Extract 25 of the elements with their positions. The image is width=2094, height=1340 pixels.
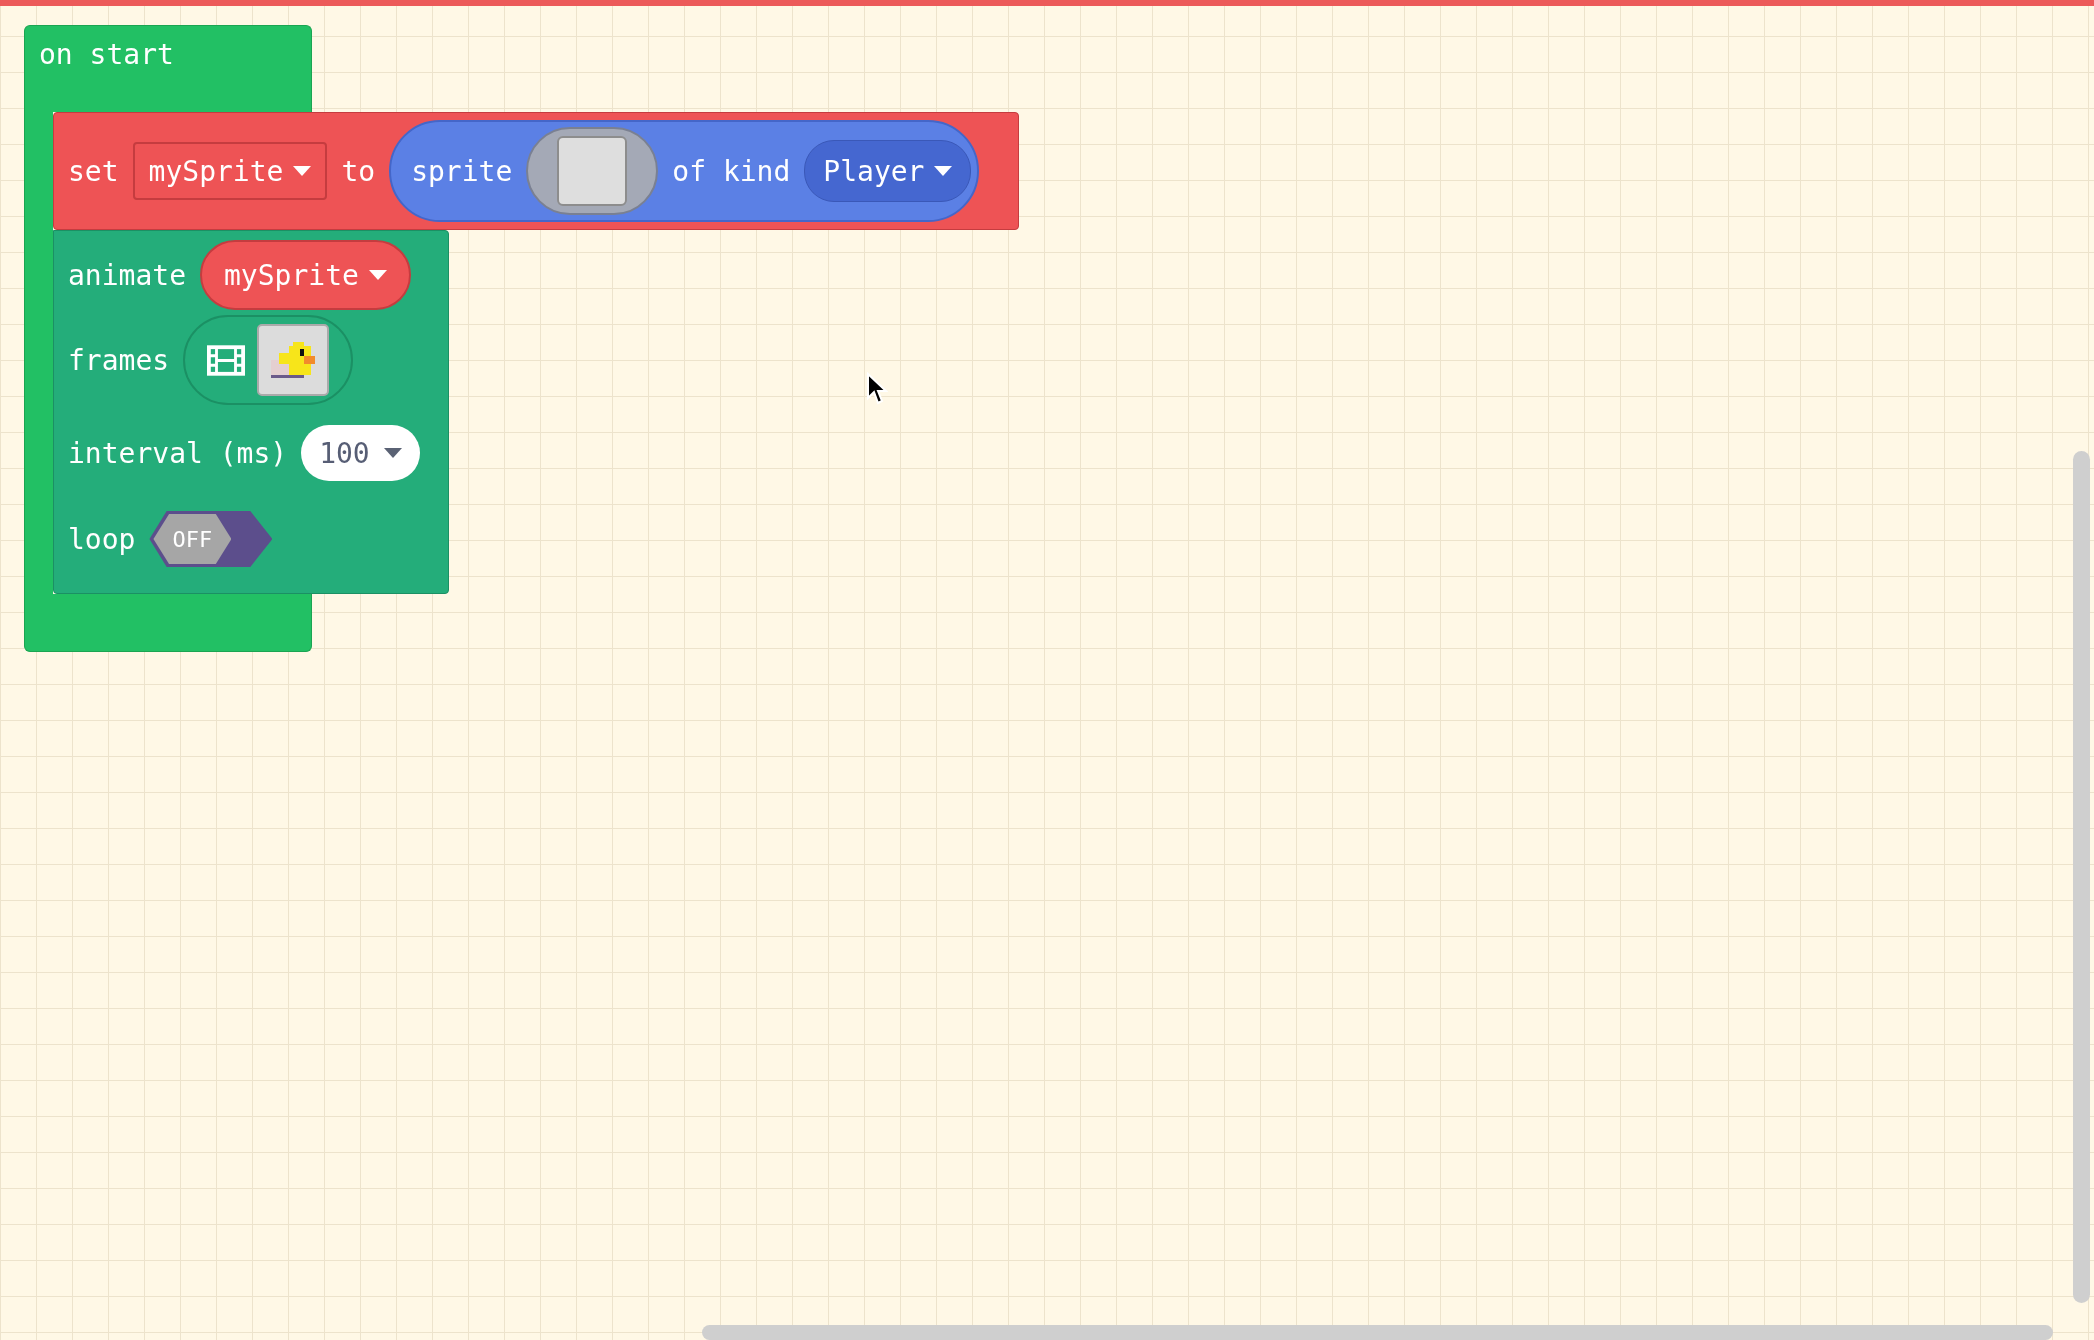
caret-icon: [934, 166, 953, 176]
mouse-cursor-icon: [866, 372, 888, 406]
block-label: of kind: [672, 154, 791, 188]
block-label: sprite: [411, 154, 513, 188]
empty-image-thumbnail: [557, 136, 628, 206]
set-block[interactable]: set mySprite to sprite of kind Player: [53, 112, 1019, 230]
block-label: loop: [68, 522, 136, 556]
caret-icon: [368, 270, 387, 280]
variable-dropdown[interactable]: mySprite: [200, 240, 411, 310]
block-label: to: [341, 154, 376, 188]
block-label: set: [68, 154, 119, 188]
block-label: animate: [68, 258, 186, 292]
vertical-scrollbar[interactable]: [2073, 451, 2090, 1303]
block-label: interval (ms): [68, 436, 288, 470]
sprite-block[interactable]: sprite of kind Player: [389, 120, 980, 222]
block-label: frames: [68, 343, 170, 377]
film-icon: [207, 344, 246, 376]
kind-dropdown[interactable]: Player: [804, 140, 972, 202]
variable-dropdown[interactable]: mySprite: [132, 142, 328, 200]
frames-picker[interactable]: [183, 315, 354, 405]
interval-dropdown[interactable]: 100: [301, 425, 420, 481]
animate-block[interactable]: animate mySprite frames interval (ms) 100 loop OFF: [53, 230, 449, 594]
horizontal-scrollbar[interactable]: [702, 1325, 2053, 1340]
caret-icon: [293, 166, 312, 176]
caret-icon: [383, 448, 402, 458]
